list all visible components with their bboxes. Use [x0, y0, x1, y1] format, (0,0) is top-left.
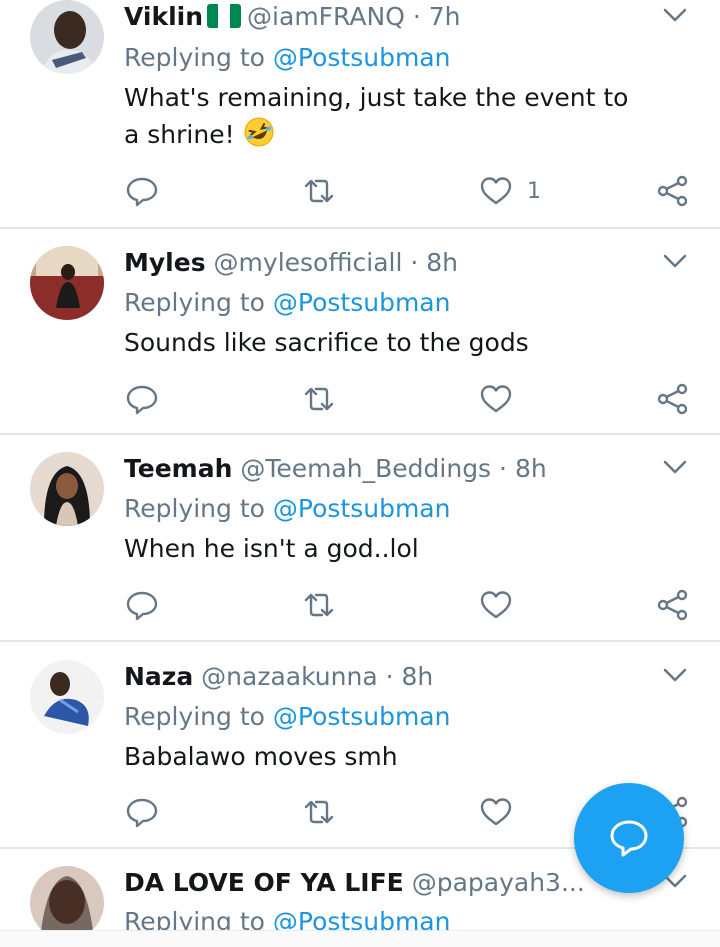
tweet-text-content: What's remaining, just take the event to…	[124, 83, 629, 149]
replying-to-label: Replying to	[124, 43, 265, 72]
replying-to-label: Replying to	[124, 494, 265, 523]
tweet-header: Viklin @iamFRANQ · 7h	[124, 0, 650, 34]
tweet-text-content: Sounds like sacrifice to the gods	[124, 328, 529, 357]
bottom-bar	[0, 930, 720, 947]
tweet-header: DA LOVE OF YA LIFE @papayah3...	[124, 866, 590, 900]
display-name[interactable]: Myles	[124, 248, 206, 277]
reply-icon	[126, 798, 158, 828]
timestamp[interactable]: 8h	[426, 248, 458, 277]
share-icon	[657, 175, 688, 207]
tweet-actions	[0, 379, 720, 419]
reply-button[interactable]	[125, 585, 159, 625]
tweet-text: Babalawo moves smh	[124, 738, 650, 775]
display-name[interactable]: Viklin	[124, 2, 203, 31]
retweet-icon	[304, 179, 334, 203]
user-handle[interactable]: @nazaakunna	[201, 662, 378, 691]
chevron-down-icon[interactable]	[660, 0, 690, 30]
like-count: 1	[527, 178, 541, 204]
reply-button[interactable]	[125, 171, 159, 211]
timestamp[interactable]: 8h	[515, 454, 547, 483]
retweet-button[interactable]	[302, 585, 336, 625]
replying-to: Replying to @Postsubman	[124, 286, 450, 320]
tweet-text-content: Babalawo moves smh	[124, 742, 398, 771]
tweet-text: When he isn't a god..lol	[124, 530, 650, 567]
reply-icon	[126, 591, 158, 621]
display-name[interactable]: Naza	[124, 662, 193, 691]
avatar[interactable]	[30, 660, 104, 734]
separator-dot: ·	[385, 662, 394, 691]
retweet-icon	[304, 387, 334, 411]
retweet-button[interactable]	[302, 379, 336, 419]
heart-icon	[480, 591, 512, 619]
retweet-icon	[304, 800, 334, 824]
avatar[interactable]	[30, 452, 104, 526]
tweet-text: Sounds like sacrifice to the gods	[124, 324, 650, 361]
avatar[interactable]	[30, 866, 104, 930]
compose-reply-button[interactable]	[574, 783, 684, 893]
share-icon	[657, 383, 688, 415]
heart-icon	[480, 177, 512, 205]
like-button[interactable]	[479, 379, 513, 419]
separator-dot: ·	[410, 248, 419, 277]
reply-button[interactable]	[125, 379, 159, 419]
tweet-item[interactable]: Teemah @Teemah_Beddings · 8h Replying to…	[0, 435, 720, 642]
tweet-text-content: When he isn't a god..lol	[124, 534, 419, 563]
tweet-header: Myles @mylesofficiall · 8h	[124, 246, 650, 280]
avatar[interactable]	[30, 0, 104, 74]
replying-to: Replying to @Postsubman	[124, 700, 450, 734]
mention-link[interactable]: @Postsubman	[273, 702, 451, 731]
like-button[interactable]	[479, 585, 513, 625]
avatar[interactable]	[30, 246, 104, 320]
tweet-text: What's remaining, just take the event to…	[124, 79, 640, 153]
replying-to: Replying to @Postsubman	[124, 41, 450, 75]
share-button[interactable]	[656, 171, 690, 211]
share-button[interactable]	[656, 379, 690, 419]
replying-to-label: Replying to	[124, 702, 265, 731]
timestamp[interactable]: 7h	[429, 2, 461, 31]
rolling-on-floor-laughing-emoji-icon	[243, 116, 275, 148]
retweet-icon	[304, 593, 334, 617]
tweet-header: Naza @nazaakunna · 8h	[124, 660, 650, 694]
user-handle[interactable]: @iamFRANQ	[247, 2, 405, 31]
user-handle[interactable]: @papayah3...	[412, 868, 585, 897]
chevron-down-icon[interactable]	[660, 246, 690, 276]
tweet-actions	[0, 585, 720, 625]
user-handle[interactable]: @mylesofficiall	[214, 248, 403, 277]
tweet-item[interactable]: Myles @mylesofficiall · 8h Replying to @…	[0, 229, 720, 435]
mention-link[interactable]: @Postsubman	[273, 494, 451, 523]
separator-dot: ·	[499, 454, 507, 483]
heart-icon	[480, 798, 512, 826]
display-name[interactable]: DA LOVE OF YA LIFE	[124, 868, 404, 897]
chevron-down-icon[interactable]	[660, 452, 690, 482]
mention-link[interactable]: @Postsubman	[273, 43, 451, 72]
compose-reply-icon	[610, 820, 648, 857]
share-icon	[657, 589, 688, 621]
like-button[interactable]	[479, 792, 513, 832]
like-button[interactable]: 1	[479, 171, 541, 211]
mention-link[interactable]: @Postsubman	[273, 288, 451, 317]
tweet-header: Teemah @Teemah_Beddings · 8h	[124, 452, 650, 486]
chevron-down-icon[interactable]	[660, 660, 690, 690]
separator-dot: ·	[412, 2, 421, 31]
timestamp[interactable]: 8h	[402, 662, 434, 691]
replying-to-label: Replying to	[124, 288, 265, 317]
retweet-button[interactable]	[302, 792, 336, 832]
replying-to-label: Replying to	[124, 907, 265, 930]
reply-icon	[126, 385, 158, 415]
mention-link[interactable]: @Postsubman	[273, 907, 451, 930]
display-name[interactable]: Teemah	[124, 454, 232, 483]
reply-icon	[126, 177, 158, 207]
user-handle[interactable]: @Teemah_Beddings	[240, 454, 491, 483]
share-button[interactable]	[656, 585, 690, 625]
replying-to: Replying to @Postsubman	[124, 492, 450, 526]
tweet-actions: 1	[0, 171, 720, 211]
replying-to: Replying to @Postsubman	[124, 905, 450, 930]
retweet-button[interactable]	[302, 171, 336, 211]
heart-icon	[480, 385, 512, 413]
tweet-item[interactable]: Viklin @iamFRANQ · 7h Replying to @Postsu…	[0, 0, 720, 229]
nigeria-flag-icon	[207, 4, 242, 28]
reply-button[interactable]	[125, 792, 159, 832]
